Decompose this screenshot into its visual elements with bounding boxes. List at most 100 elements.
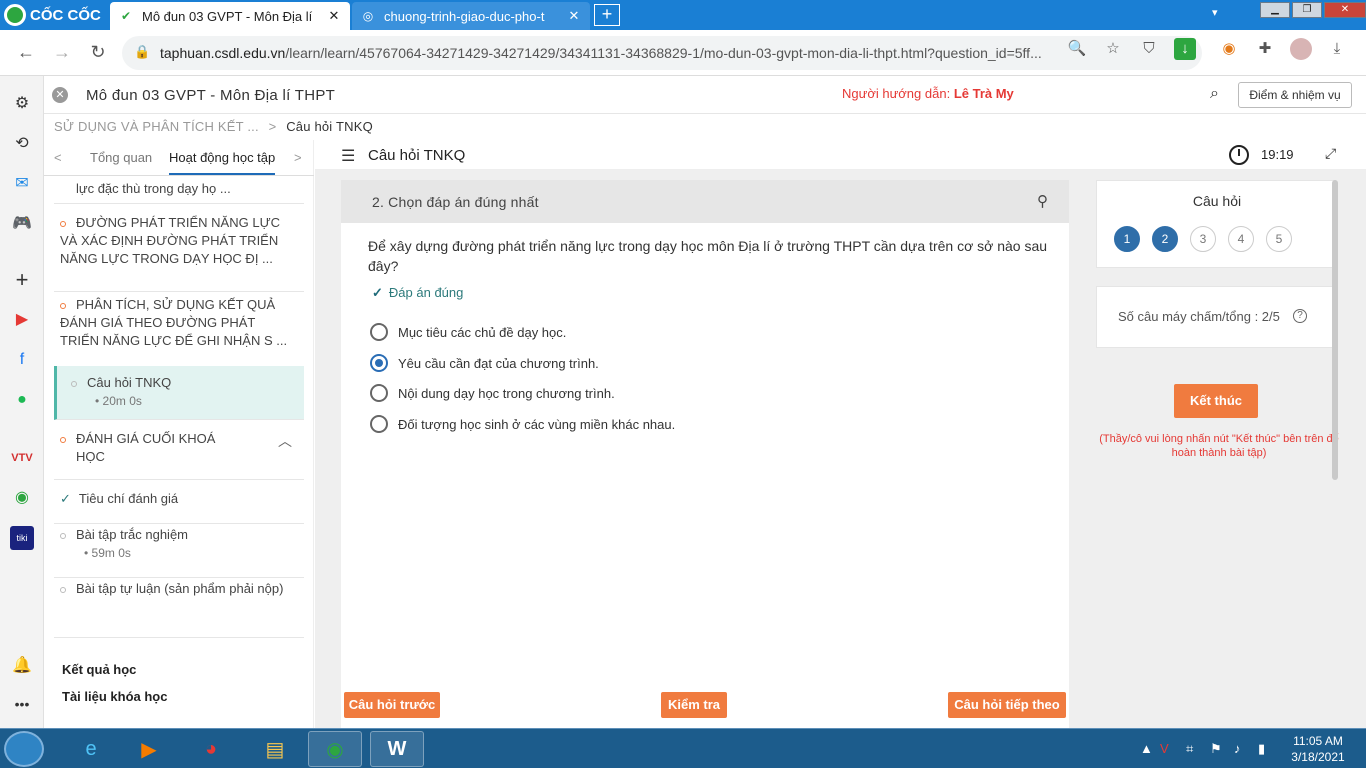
tab-inactive[interactable]: ◎ chuong-trinh-giao-duc-pho-t ✕ [352, 2, 590, 30]
sidebar-item-label: Bài tập trắc nghiệm [76, 527, 189, 542]
sidebar-item[interactable]: lực đặc thù trong dạy họ ... [54, 180, 304, 204]
tab-close-icon[interactable]: ✕ [326, 8, 342, 24]
radio-button[interactable] [370, 323, 388, 341]
spotify-icon[interactable]: ● [10, 388, 34, 412]
sidebar-item[interactable]: ĐƯỜNG PHÁT TRIỂN NĂNG LỰC VÀ XÁC ĐỊNH ĐƯ… [54, 214, 304, 292]
media-player-icon[interactable]: ▶ [122, 731, 176, 767]
materials-link[interactable]: Tài liệu khóa học [62, 689, 167, 704]
avatar[interactable] [1290, 38, 1312, 60]
answer-option[interactable]: Đối tượng học sinh ở các vùng miền khác … [370, 415, 675, 433]
radio-button[interactable] [370, 415, 388, 433]
forward-icon[interactable]: → [50, 40, 74, 64]
flag-icon[interactable]: ⚑ [1210, 741, 1222, 757]
answer-option[interactable]: Mục tiêu các chủ đề dạy học. [370, 323, 566, 341]
sidebar-item[interactable]: ✓ Tiêu chí đánh giá [54, 490, 304, 524]
previous-question-button[interactable]: Câu hỏi trước [344, 692, 440, 718]
messenger-icon[interactable]: ✉ [10, 172, 34, 196]
globe-icon: ◎ [362, 9, 374, 23]
tray-arrow-icon[interactable]: ▲ [1140, 741, 1153, 756]
start-button[interactable] [4, 731, 44, 767]
facebook-icon[interactable]: f [10, 348, 34, 372]
minimize-button[interactable]: ▁ [1260, 2, 1290, 18]
add-icon[interactable]: + [10, 268, 34, 292]
finish-button[interactable]: Kết thúc [1174, 384, 1258, 418]
learning-page: ✕ Mô đun 03 GVPT - Môn Địa lí THPT Người… [44, 76, 1366, 728]
tray-device-icon[interactable]: ⌗ [1186, 741, 1193, 757]
back-icon[interactable]: ← [14, 40, 38, 64]
menu-collapse-icon[interactable]: ☰ [341, 146, 355, 166]
pin-icon[interactable]: ⚲ [1037, 192, 1048, 210]
ie-icon[interactable]: e [64, 731, 118, 767]
question-number[interactable]: 5 [1266, 226, 1292, 252]
puzzle-icon[interactable]: ✚ [1254, 38, 1276, 60]
scrollbar[interactable] [1332, 180, 1338, 480]
next-question-button[interactable]: Câu hỏi tiếp theo [948, 692, 1066, 718]
sidebar-item[interactable]: Bài tập trắc nghiệm • 59m 0s [54, 526, 304, 578]
section-header[interactable]: ĐÁNH GIÁ CUỐI KHOÁ HỌC ︿ [54, 430, 304, 480]
tab-activities[interactable]: Hoạt động học tập [169, 150, 276, 175]
coccoc-logo[interactable]: CỐC CỐC [4, 3, 101, 27]
duration-label: • 20m 0s [95, 394, 142, 408]
url-field[interactable]: 🔒 taphuan.csdl.edu.vn/learn/learn/457670… [122, 36, 1202, 70]
zoom-icon[interactable]: 🔍 [1066, 38, 1088, 60]
taskbar: e ▶ ◕ ▤ ◉ W ▲ V ⌗ ⚑ ♪ ▮ 11:05 AM 3/18/20… [0, 728, 1366, 768]
question-number[interactable]: 4 [1228, 226, 1254, 252]
question-number[interactable]: 3 [1190, 226, 1216, 252]
tab-search-icon[interactable]: ▾ [1212, 6, 1218, 19]
chrome-icon[interactable]: ◕ [184, 731, 238, 767]
tab-close-icon[interactable]: ✕ [566, 8, 582, 24]
sidebar-item-active[interactable]: Câu hỏi TNKQ • 20m 0s [54, 366, 304, 420]
fullscreen-icon[interactable]: ⤢ [1325, 145, 1336, 162]
content-title: Câu hỏi TNKQ [368, 147, 466, 164]
explorer-icon[interactable]: ▤ [248, 731, 302, 767]
reload-icon[interactable]: ↻ [86, 40, 110, 64]
word-icon[interactable]: W [370, 731, 424, 767]
check-button[interactable]: Kiểm tra [661, 692, 727, 718]
restore-button[interactable]: ❐ [1292, 2, 1322, 18]
vtv-icon[interactable]: VTV [10, 446, 34, 470]
coccoc-map-icon[interactable]: ◉ [10, 486, 34, 510]
option-label: Yêu cầu cần đạt của chương trình. [398, 355, 599, 371]
chevron-up-icon[interactable]: ︿ [278, 432, 292, 450]
notification-bell-icon[interactable]: 🔔 [10, 654, 34, 678]
coccoc-logo-icon [4, 4, 26, 26]
close-window-button[interactable]: ✕ [1324, 2, 1366, 18]
answer-option[interactable]: Nội dung dạy học trong chương trình. [370, 384, 615, 402]
breadcrumb-parent[interactable]: SỬ DỤNG VÀ PHÂN TÍCH KẾT ... [54, 119, 259, 134]
bookmark-star-icon[interactable]: ☆ [1102, 38, 1124, 60]
shield-icon[interactable]: ⛉ [1138, 38, 1160, 60]
radio-button-selected[interactable] [370, 354, 388, 372]
more-icon[interactable]: ••• [10, 692, 34, 716]
volume-icon[interactable]: ♪ [1234, 741, 1241, 756]
search-icon[interactable]: ⌕ [1210, 85, 1219, 103]
answer-option[interactable]: Yêu cầu cần đạt của chương trình. [370, 354, 599, 372]
new-tab-button[interactable]: + [594, 4, 620, 26]
extension-icon[interactable]: ◉ [1218, 38, 1240, 60]
score-tasks-button[interactable]: Điểm & nhiệm vụ [1238, 82, 1352, 108]
settings-icon[interactable]: ⚙ [10, 92, 34, 116]
help-icon[interactable]: ? [1293, 309, 1307, 323]
game-icon[interactable]: 🎮 [10, 212, 34, 236]
coccoc-task-icon[interactable]: ◉ [308, 731, 362, 767]
tab-active[interactable]: ✔ Mô đun 03 GVPT - Môn Địa lí ✕ [110, 2, 350, 30]
lock-icon: 🔒 [134, 44, 151, 59]
question-number[interactable]: 1 [1114, 226, 1140, 252]
status-dot-icon [71, 380, 77, 387]
tray-app-icon[interactable]: V [1160, 741, 1169, 756]
sidebar-item[interactable]: Bài tập tự luận (sản phẩm phải nộp) [54, 580, 304, 638]
chevron-left-icon[interactable]: < [54, 150, 62, 165]
system-clock[interactable]: 11:05 AM 3/18/2021 [1284, 733, 1352, 765]
network-icon[interactable]: ▮ [1258, 741, 1265, 757]
history-icon[interactable]: ⟲ [10, 132, 34, 156]
question-number[interactable]: 2 [1152, 226, 1178, 252]
sidebar-item-label: Bài tập tự luận (sản phẩm phải nộp) [76, 581, 284, 596]
youtube-icon[interactable]: ▶ [10, 308, 34, 332]
tiki-icon[interactable]: tiki [10, 526, 34, 550]
tab-overview[interactable]: Tổng quan [90, 150, 152, 165]
chevron-right-icon[interactable]: > [294, 150, 302, 165]
downloads-icon[interactable]: ⤓ [1326, 38, 1348, 60]
results-link[interactable]: Kết quả học [62, 662, 136, 677]
close-icon[interactable]: ✕ [52, 87, 68, 103]
radio-button[interactable] [370, 384, 388, 402]
download-icon[interactable]: ↓ [1174, 38, 1196, 60]
